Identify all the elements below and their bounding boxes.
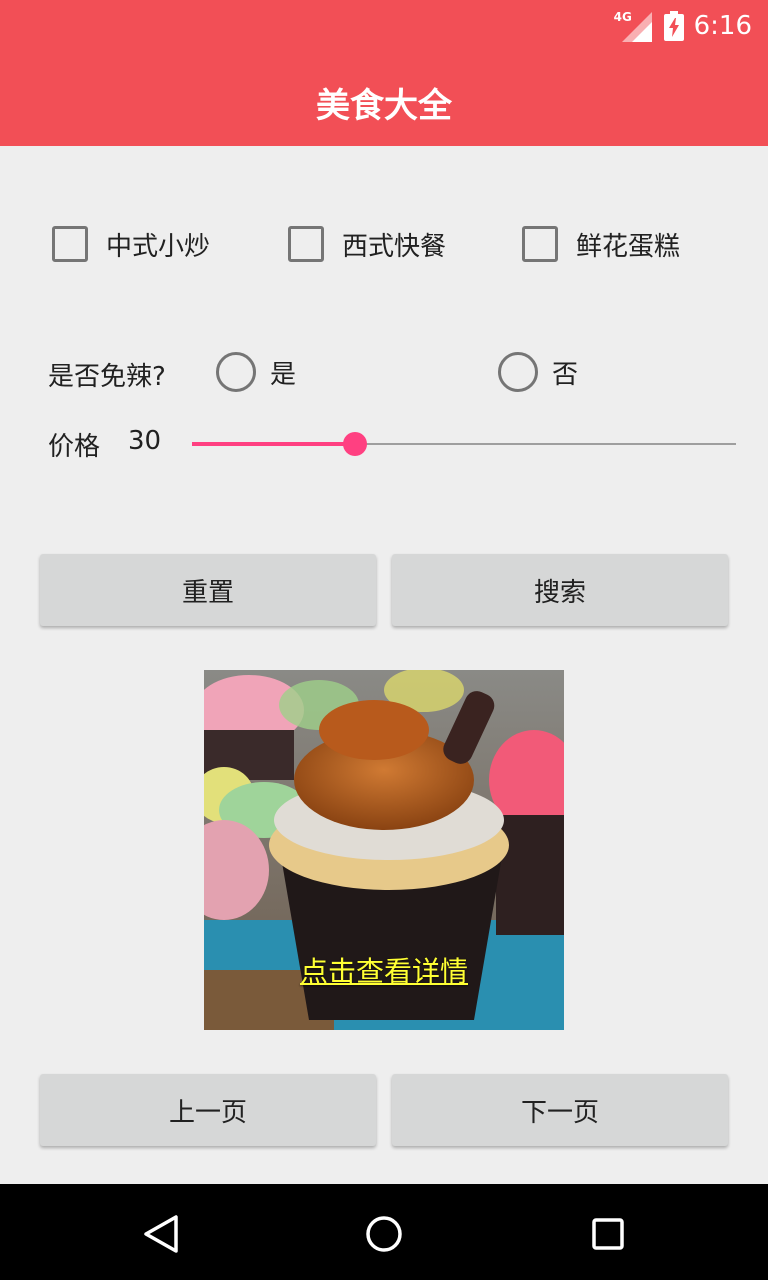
radio-label: 否 xyxy=(552,359,579,390)
detail-link[interactable]: 点击查看详情 xyxy=(204,950,564,990)
radio-icon[interactable] xyxy=(216,352,256,392)
signal-icon: 4G xyxy=(614,10,654,42)
status-icons: 4G 6:16 xyxy=(614,8,752,44)
slider-thumb[interactable] xyxy=(343,432,368,456)
radio-no[interactable]: 否 xyxy=(498,348,578,396)
checkbox-chinese-stirfry[interactable]: 中式小炒 xyxy=(52,222,210,266)
slider-fill xyxy=(192,442,356,446)
recents-icon[interactable] xyxy=(586,1212,630,1256)
battery-charging-icon xyxy=(663,11,684,41)
status-bar: 4G 6:16 xyxy=(0,0,768,50)
checkbox-flower-cake[interactable]: 鲜花蛋糕 xyxy=(522,222,680,266)
checkbox-label: 鲜花蛋糕 xyxy=(576,231,681,262)
navigation-bar xyxy=(0,1184,768,1280)
search-button[interactable]: 搜索 xyxy=(392,554,728,626)
radio-yes[interactable]: 是 xyxy=(216,348,296,396)
radio-label: 是 xyxy=(270,359,297,390)
checkbox-icon[interactable] xyxy=(522,226,558,262)
checkbox-label: 西式快餐 xyxy=(342,231,447,262)
reset-button[interactable]: 重置 xyxy=(40,554,376,626)
checkbox-western-fastfood[interactable]: 西式快餐 xyxy=(288,222,446,266)
food-image[interactable]: 点击查看详情 xyxy=(204,670,564,1030)
spicy-question: 是否免辣? xyxy=(48,362,166,392)
back-icon[interactable] xyxy=(138,1212,182,1256)
clock: 6:16 xyxy=(693,11,752,41)
next-page-button[interactable]: 下一页 xyxy=(392,1074,728,1146)
radio-icon[interactable] xyxy=(498,352,538,392)
category-filters: 中式小炒 西式快餐 鲜花蛋糕 xyxy=(52,222,752,266)
checkbox-label: 中式小炒 xyxy=(106,231,211,262)
price-label: 价格 xyxy=(48,432,101,462)
home-icon[interactable] xyxy=(362,1212,406,1256)
spicy-radio-group: 是否免辣? 是 否 xyxy=(48,348,748,396)
price-slider[interactable] xyxy=(192,430,736,458)
page-title: 美食大全 xyxy=(316,86,452,126)
app-bar: 美食大全 xyxy=(0,50,768,146)
price-row: 价格 30 xyxy=(48,422,748,466)
checkbox-icon[interactable] xyxy=(288,226,324,262)
price-value: 30 xyxy=(128,426,162,456)
checkbox-icon[interactable] xyxy=(52,226,88,262)
prev-page-button[interactable]: 上一页 xyxy=(40,1074,376,1146)
